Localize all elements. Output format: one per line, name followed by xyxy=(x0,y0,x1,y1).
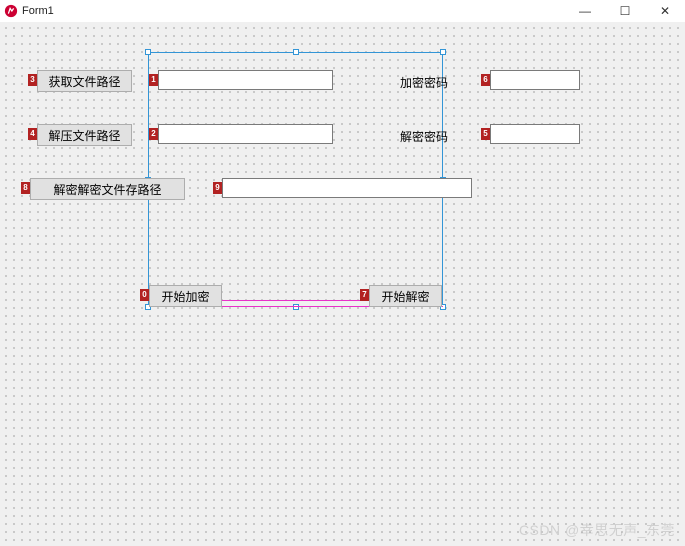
watermark-text: CSDN @幸思无声_东莞 xyxy=(519,520,675,540)
maximize-button[interactable]: ☐ xyxy=(605,0,645,22)
start-encrypt-button[interactable]: 开始加密 xyxy=(149,285,222,307)
form-designer-surface[interactable]: 3 获取文件路径 1 加密密码 6 4 解压文件路径 2 解密密码 5 8 解密… xyxy=(0,22,685,546)
window-controls: — ☐ ✕ xyxy=(565,0,685,22)
minimize-button[interactable]: — xyxy=(565,0,605,22)
get-file-path-button[interactable]: 获取文件路径 xyxy=(37,70,132,92)
resize-handle[interactable] xyxy=(293,304,299,310)
tab-index-tag: 1 xyxy=(149,74,158,86)
encrypt-password-input[interactable] xyxy=(490,70,580,90)
start-decrypt-button[interactable]: 开始解密 xyxy=(369,285,442,307)
tab-index-tag: 6 xyxy=(481,74,490,86)
app-icon xyxy=(4,4,18,18)
extract-path-input[interactable] xyxy=(158,124,333,144)
decrypt-password-input[interactable] xyxy=(490,124,580,144)
tab-index-tag: 3 xyxy=(28,74,37,86)
tab-index-tag: 9 xyxy=(213,182,222,194)
button-label: 解密解密文件存路径 xyxy=(53,181,161,198)
encrypt-password-label: 加密密码 xyxy=(400,74,448,91)
snap-line xyxy=(222,300,369,301)
window-title: Form1 xyxy=(22,5,54,17)
resize-handle[interactable] xyxy=(440,49,446,55)
file-path-input[interactable] xyxy=(158,70,333,90)
button-label: 开始解密 xyxy=(381,288,429,305)
decrypt-save-path-input[interactable] xyxy=(222,178,472,198)
button-label: 开始加密 xyxy=(161,288,209,305)
tab-index-tag: 5 xyxy=(481,128,490,140)
close-button[interactable]: ✕ xyxy=(645,0,685,22)
button-label: 解压文件路径 xyxy=(48,127,120,144)
decrypt-save-path-button[interactable]: 解密解密文件存路径 xyxy=(30,178,185,200)
decrypt-password-label: 解密密码 xyxy=(400,128,448,145)
extract-file-path-button[interactable]: 解压文件路径 xyxy=(37,124,132,146)
tab-index-tag: 7 xyxy=(360,289,369,301)
tab-index-tag: 4 xyxy=(28,128,37,140)
window-titlebar: Form1 — ☐ ✕ xyxy=(0,0,685,22)
tab-index-tag: 2 xyxy=(149,128,158,140)
resize-handle[interactable] xyxy=(293,49,299,55)
tab-index-tag: 8 xyxy=(21,182,30,194)
resize-handle[interactable] xyxy=(145,49,151,55)
tab-index-tag: 0 xyxy=(140,289,149,301)
button-label: 获取文件路径 xyxy=(48,73,120,90)
